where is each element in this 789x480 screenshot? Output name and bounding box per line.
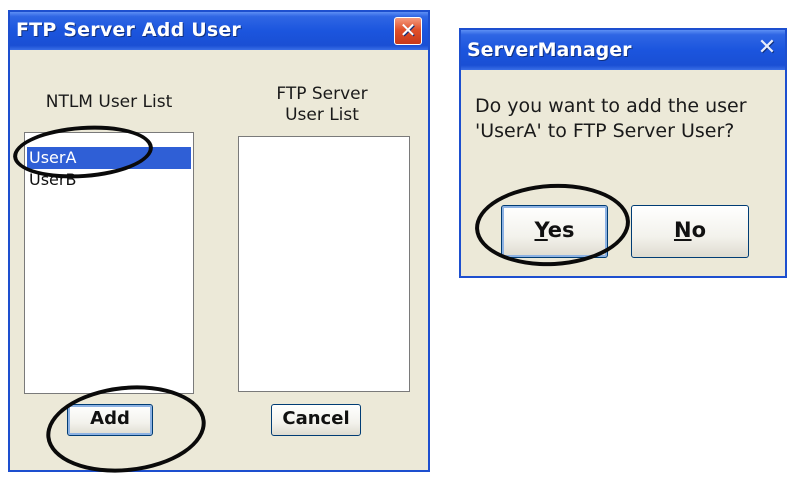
close-icon[interactable]: ✕ — [751, 34, 783, 64]
ftp-add-user-window: FTP Server Add User ✕ NTLM User List FTP… — [8, 10, 430, 472]
list-item-usera[interactable]: UserA — [27, 147, 191, 169]
ntlm-user-list-label: NTLM User List — [45, 92, 173, 112]
title-bar[interactable]: FTP Server Add User ✕ — [10, 12, 428, 50]
no-button[interactable]: No — [631, 205, 749, 258]
server-manager-dialog: ServerManager ✕ Do you want to add the u… — [459, 28, 787, 278]
dialog-title-bar[interactable]: ServerManager ✕ — [461, 30, 785, 70]
ftp-server-user-list-label: FTP Server User List — [232, 84, 412, 126]
ntlm-user-listbox[interactable]: UserA UserB — [24, 132, 194, 394]
window-title: FTP Server Add User — [16, 19, 241, 41]
close-icon[interactable]: ✕ — [394, 17, 422, 45]
dialog-title: ServerManager — [467, 39, 632, 61]
list-item-userb[interactable]: UserB — [27, 169, 76, 191]
cancel-button[interactable]: Cancel — [271, 404, 361, 436]
confirm-message: Do you want to add the user 'UserA' to F… — [475, 95, 747, 142]
ftp-label-line-2: User List — [285, 105, 359, 125]
add-button[interactable]: Add — [67, 404, 153, 436]
yes-button[interactable]: Yes — [501, 205, 608, 258]
ftp-server-user-listbox[interactable] — [238, 136, 410, 392]
ftp-label-line-1: FTP Server — [276, 84, 368, 104]
